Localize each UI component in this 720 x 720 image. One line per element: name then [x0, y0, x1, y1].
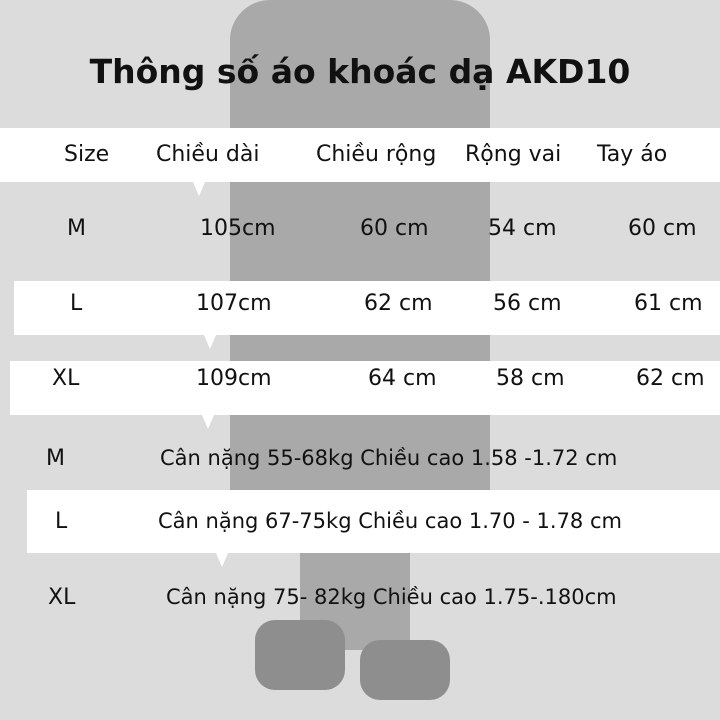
row-m-shoulder: 54 cm: [488, 216, 557, 241]
header-sleeve: Tay áo: [597, 142, 668, 167]
chart-title: Thông số áo khoác dạ AKD10: [89, 52, 631, 91]
row-l-length: 107cm: [196, 291, 272, 316]
row-m-length: 105cm: [200, 216, 276, 241]
row-m-sleeve: 60 cm: [628, 216, 697, 241]
row-xl-shoulder: 58 cm: [496, 366, 565, 391]
fit-m-text: Cân nặng 55-68kg Chiều cao 1.58 -1.72 cm: [160, 446, 618, 470]
fit-l-text: Cân nặng 67-75kg Chiều cao 1.70 - 1.78 c…: [158, 509, 622, 533]
fit-l-size: L: [55, 509, 68, 534]
row-xl-width: 64 cm: [368, 366, 437, 391]
header-length: Chiều dài: [156, 142, 260, 167]
fit-xl-size: XL: [48, 585, 76, 610]
row-xl-sleeve: 62 cm: [636, 366, 705, 391]
row-l-sleeve: 61 cm: [634, 291, 703, 316]
row-m-width: 60 cm: [360, 216, 429, 241]
row-m-size: M: [67, 216, 86, 241]
row-xl-size: XL: [52, 366, 80, 391]
header-width: Chiều rộng: [316, 142, 437, 167]
row-l-shoulder: 56 cm: [493, 291, 562, 316]
row-l-width: 62 cm: [364, 291, 433, 316]
header-shoulder: Rộng vai: [465, 142, 562, 167]
row-bar-xl: [10, 361, 720, 415]
fit-xl-text: Cân nặng 75- 82kg Chiều cao 1.75-.180cm: [166, 585, 617, 609]
header-size: Size: [64, 142, 110, 167]
row-xl-length: 109cm: [196, 366, 272, 391]
row-l-size: L: [70, 291, 83, 316]
fit-m-size: M: [46, 446, 65, 471]
